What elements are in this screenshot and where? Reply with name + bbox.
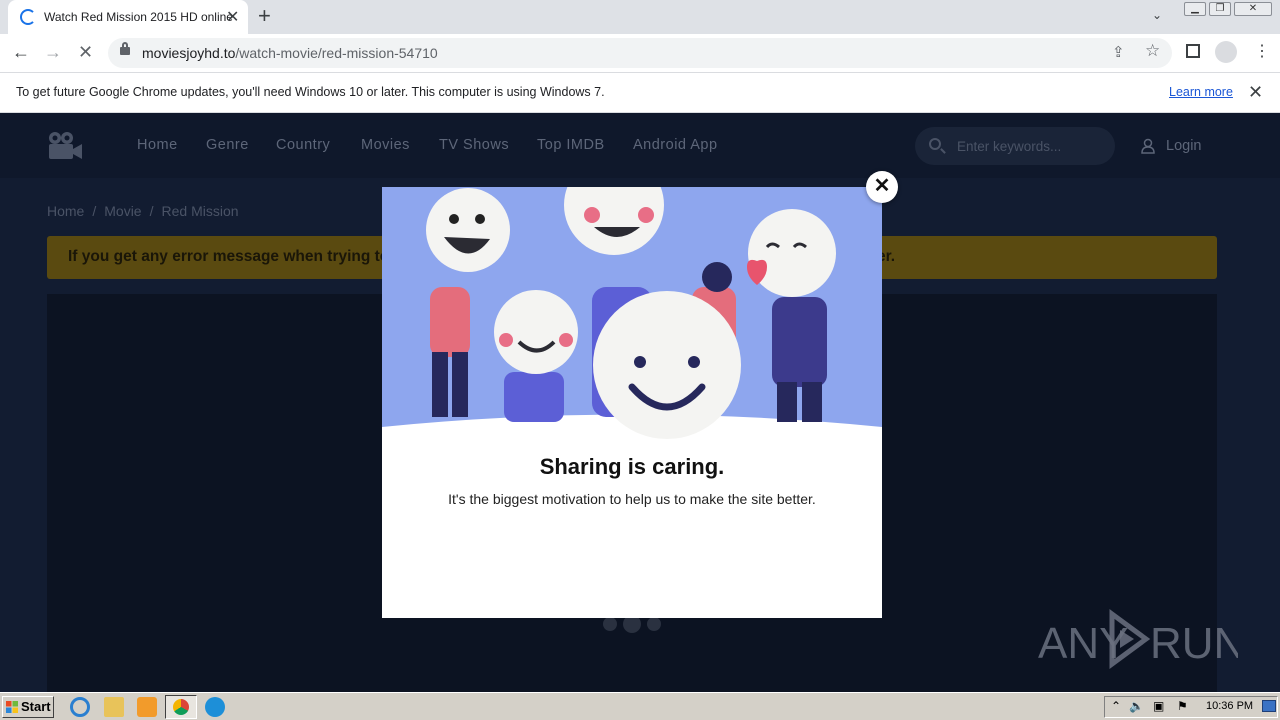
lock-icon[interactable] — [120, 47, 130, 55]
breadcrumb-separator: / — [92, 203, 97, 219]
tab-search-chevron-icon[interactable]: ⌄ — [1152, 8, 1162, 22]
loading-dot — [603, 617, 617, 631]
chrome-icon — [173, 699, 189, 715]
nav-movies[interactable]: Movies — [361, 137, 410, 153]
nav-android-app[interactable]: Android App — [633, 137, 718, 153]
camera-logo-icon[interactable] — [47, 131, 83, 161]
taskbar-clock[interactable]: 10:36 PM — [1206, 700, 1253, 712]
back-arrow-icon[interactable]: ← — [12, 42, 30, 63]
nav-tv-shows[interactable]: TV Shows — [439, 137, 509, 153]
search-box — [915, 127, 1115, 165]
share-modal: Sharing is caring. It's the biggest moti… — [382, 187, 882, 618]
internet-explorer-icon[interactable] — [70, 697, 90, 717]
side-panel-icon[interactable] — [1186, 44, 1200, 58]
url-host: moviesjoyhd.to — [142, 45, 236, 61]
nav-home[interactable]: Home — [137, 137, 178, 153]
url-path: /watch-movie/red-mission-54710 — [235, 45, 438, 61]
modal-close-button[interactable]: ✕ — [866, 171, 898, 203]
login-link[interactable]: Login — [1166, 138, 1201, 154]
new-tab-button[interactable]: + — [258, 3, 271, 29]
nav-country[interactable]: Country — [276, 137, 330, 153]
breadcrumb: Home / Movie / Red Mission — [47, 203, 239, 219]
breadcrumb-home[interactable]: Home — [47, 203, 84, 219]
volume-icon[interactable]: 🔈 — [1129, 699, 1144, 713]
svg-text:RUN: RUN — [1150, 619, 1238, 668]
tab-title: Watch Red Mission 2015 HD online — [44, 10, 233, 24]
search-icon[interactable] — [929, 138, 941, 150]
tab-strip: Watch Red Mission 2015 HD online ✕ + ⌄ ▁… — [0, 0, 1280, 34]
breadcrumb-movie[interactable]: Movie — [104, 203, 141, 219]
loading-spinner-icon — [20, 9, 36, 25]
start-label: Start — [21, 699, 51, 714]
infobar-close-icon[interactable]: ✕ — [1248, 82, 1263, 103]
error-notice-text: If you get any error message when trying… — [68, 248, 390, 265]
active-tab[interactable]: Watch Red Mission 2015 HD online ✕ — [8, 0, 248, 34]
media-player-icon[interactable] — [137, 697, 157, 717]
bookmark-star-icon[interactable]: ☆ — [1145, 41, 1160, 61]
tab-close-icon[interactable]: ✕ — [226, 7, 239, 27]
update-infobar: To get future Google Chrome updates, you… — [0, 72, 1280, 113]
show-hidden-icons-icon[interactable]: ⌃ — [1111, 699, 1121, 713]
user-icon[interactable] — [1141, 138, 1155, 154]
profile-avatar-icon[interactable] — [1215, 41, 1237, 63]
address-bar[interactable]: moviesjoyhd.to/watch-movie/red-mission-5… — [108, 38, 1172, 68]
close-window-button[interactable]: ✕ — [1234, 2, 1272, 16]
show-desktop-icon[interactable] — [1262, 700, 1276, 712]
happy-people-illustration — [382, 187, 882, 447]
start-button[interactable]: Start — [2, 696, 54, 718]
stop-loading-icon[interactable]: ✕ — [78, 42, 93, 63]
edge-icon[interactable] — [205, 697, 225, 717]
site-header: Home Genre Country Movies TV Shows Top I… — [0, 113, 1280, 178]
modal-title: Sharing is caring. — [539, 454, 725, 479]
network-icon[interactable]: ▣ — [1153, 699, 1164, 713]
restore-button[interactable]: ❐ — [1209, 2, 1231, 16]
windows-flag-icon — [6, 701, 18, 713]
file-explorer-icon[interactable] — [104, 697, 124, 717]
chrome-menu-icon[interactable]: ⋮ — [1254, 41, 1270, 61]
nav-genre[interactable]: Genre — [206, 137, 249, 153]
url-text: moviesjoyhd.to/watch-movie/red-mission-5… — [142, 45, 438, 61]
modal-subtitle: It's the biggest motivation to help us t… — [448, 491, 816, 507]
browser-toolbar: ← → ✕ moviesjoyhd.to/watch-movie/red-mis… — [0, 34, 1280, 72]
forward-arrow-icon[interactable]: → — [44, 42, 62, 63]
windows-taskbar: Start ⌃ 🔈 ▣ ⚑ 10:36 PM — [0, 692, 1280, 720]
infobar-message: To get future Google Chrome updates, you… — [16, 85, 605, 99]
loading-dot — [647, 617, 661, 631]
breadcrumb-current: Red Mission — [161, 203, 239, 219]
chrome-taskbar-button[interactable] — [165, 695, 197, 719]
learn-more-link[interactable]: Learn more — [1169, 85, 1233, 99]
anyrun-watermark-logo: ANY RUN — [1038, 609, 1238, 669]
share-icon[interactable]: ⇪ — [1112, 43, 1125, 61]
minimize-button[interactable]: ▁ — [1184, 2, 1206, 16]
action-center-flag-icon[interactable]: ⚑ — [1177, 699, 1188, 713]
nav-top-imdb[interactable]: Top IMDB — [537, 137, 605, 153]
search-input[interactable] — [955, 135, 1105, 157]
breadcrumb-separator: / — [149, 203, 154, 219]
